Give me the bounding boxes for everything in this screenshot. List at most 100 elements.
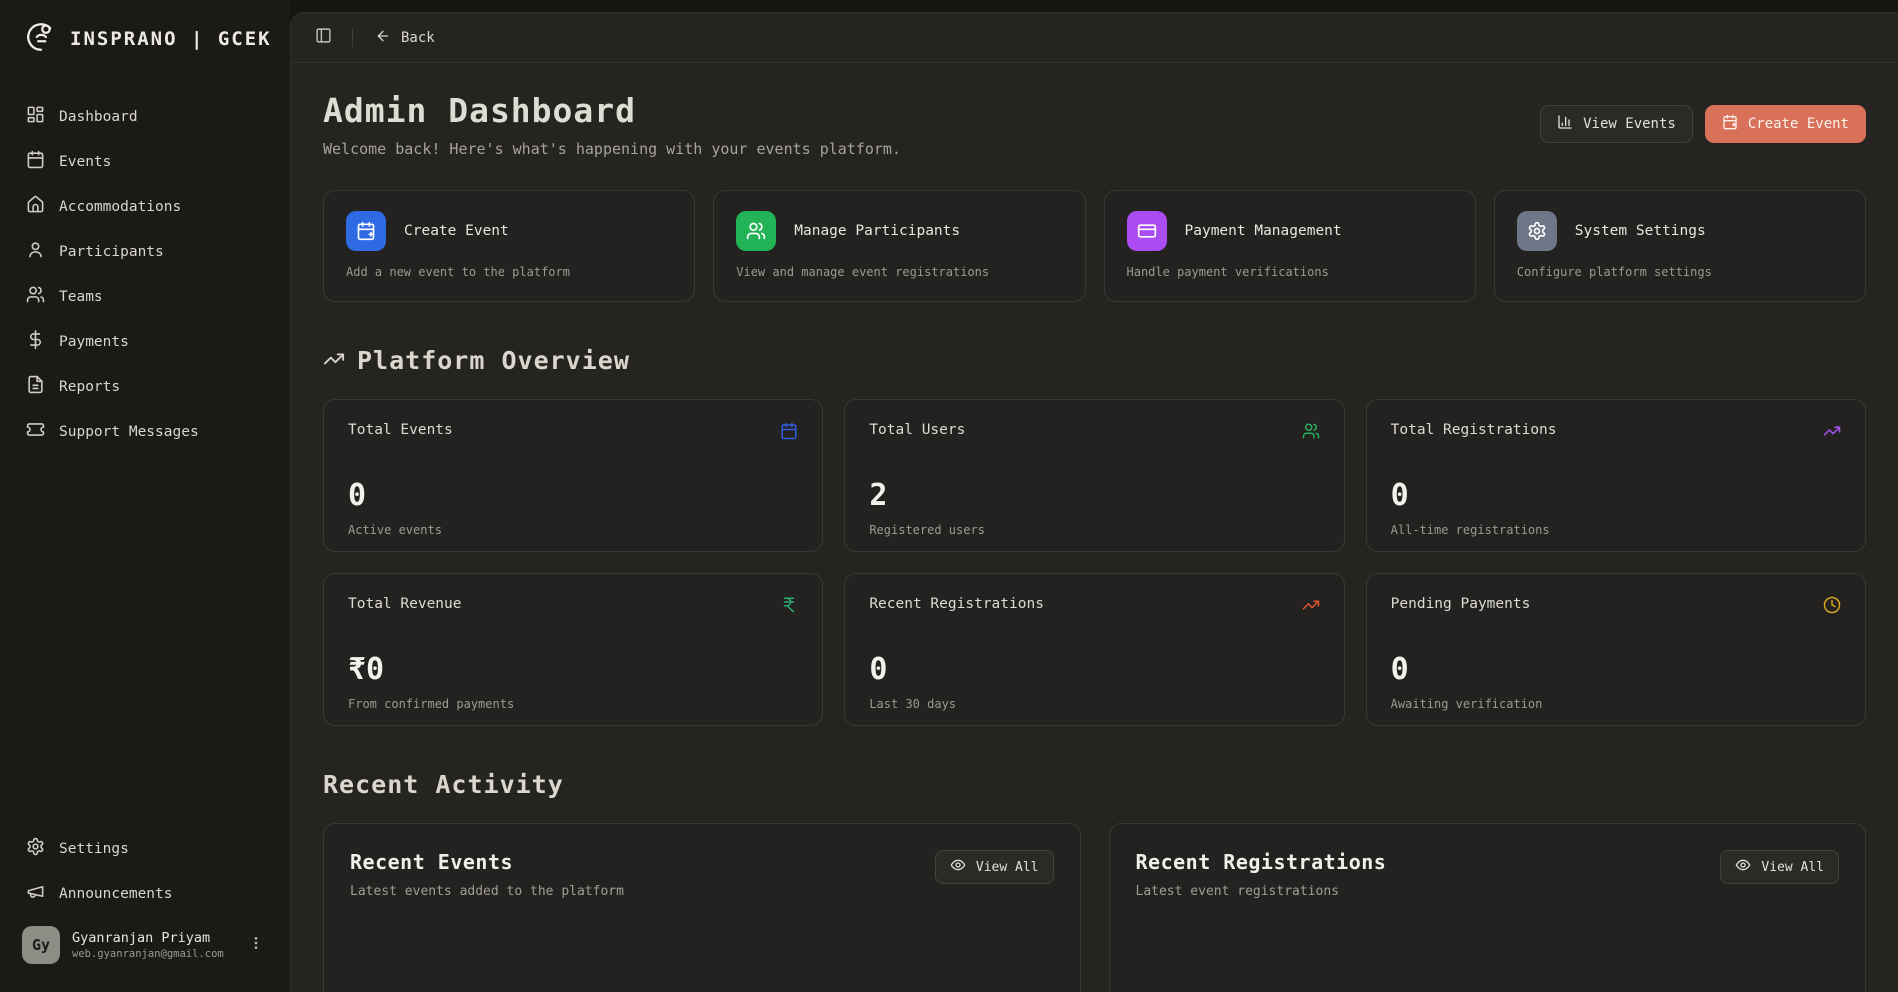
sidebar-nav: Dashboard Events Accommodations Particip… (16, 96, 274, 452)
sidebar-item-announcements[interactable]: Announcements (16, 873, 274, 914)
eye-icon (950, 857, 966, 877)
page-title: Admin Dashboard (323, 91, 901, 130)
quick-actions: Create Event Add a new event to the plat… (323, 190, 1866, 302)
bar-chart-icon (1557, 114, 1573, 134)
sidebar-item-label: Accommodations (59, 199, 181, 215)
sidebar-item-settings[interactable]: Settings (16, 828, 274, 869)
users-icon (1302, 422, 1320, 444)
stat-title: Total Events (348, 422, 453, 438)
activity-subtitle: Latest events added to the platform (350, 884, 624, 899)
stats-grid: Total Events 0 Active events Total Users… (323, 399, 1866, 726)
stat-card-recent-registrations: Recent Registrations 0 Last 30 days (844, 573, 1344, 726)
view-all-events-button[interactable]: View All (935, 850, 1054, 884)
stat-title: Total Registrations (1391, 422, 1557, 438)
quick-card-manage-participants[interactable]: Manage Participants View and manage even… (713, 190, 1085, 302)
trending-up-icon (1823, 422, 1841, 444)
quick-card-create-event[interactable]: Create Event Add a new event to the plat… (323, 190, 695, 302)
brand[interactable]: INSPRANO | GCEK (16, 14, 274, 68)
stat-card-pending-payments: Pending Payments 0 Awaiting verification (1366, 573, 1866, 726)
sidebar-item-label: Dashboard (59, 109, 138, 125)
create-event-button[interactable]: Create Event (1705, 105, 1866, 143)
stat-title: Total Users (869, 422, 965, 438)
quick-card-title: System Settings (1575, 223, 1706, 239)
main-panel: Back Admin Dashboard Welcome back! Here'… (290, 12, 1898, 992)
recent-events-card: Recent Events Latest events added to the… (323, 823, 1081, 992)
stat-value: 2 (869, 478, 1319, 513)
quick-card-system-settings[interactable]: System Settings Configure platform setti… (1494, 190, 1866, 302)
sidebar-item-payments[interactable]: Payments (16, 321, 274, 362)
sidebar-item-accommodations[interactable]: Accommodations (16, 186, 274, 227)
header-actions: View Events Create Event (1540, 105, 1866, 143)
recent-registrations-head-text: Recent Registrations Latest event regist… (1136, 850, 1387, 899)
stat-value: 0 (1391, 652, 1841, 687)
sidebar-item-label: Support Messages (59, 424, 199, 440)
stat-card-total-users: Total Users 2 Registered users (844, 399, 1344, 552)
megaphone-icon (26, 882, 45, 905)
quick-card-title: Manage Participants (794, 223, 960, 239)
user-meta: Gyanranjan Priyam web.gyanranjan@gmail.c… (72, 930, 232, 960)
view-all-registrations-button[interactable]: View All (1720, 850, 1839, 884)
sidebar-spacer (16, 452, 274, 828)
empty-state-events: No events found (350, 899, 1054, 992)
recent-events-head-text: Recent Events Latest events added to the… (350, 850, 624, 899)
sidebar-item-label: Teams (59, 289, 103, 305)
back-button[interactable]: Back (367, 22, 443, 54)
stat-card-total-revenue: Total Revenue ₹0 From confirmed payments (323, 573, 823, 726)
stat-title: Total Revenue (348, 596, 462, 612)
quick-card-description: Handle payment verifications (1127, 265, 1453, 279)
activity-title: Recent Registrations (1136, 850, 1387, 874)
more-vertical-icon[interactable] (244, 931, 268, 959)
view-events-button[interactable]: View Events (1540, 105, 1693, 143)
sidebar-item-dashboard[interactable]: Dashboard (16, 96, 274, 137)
eye-icon (1735, 857, 1751, 877)
sidebar-item-events[interactable]: Events (16, 141, 274, 182)
stat-title: Recent Registrations (869, 596, 1044, 612)
user-icon (26, 240, 45, 263)
quick-card-description: Configure platform settings (1517, 265, 1843, 279)
ticket-icon (26, 420, 45, 443)
chameleon-logo-icon (24, 20, 58, 58)
panel-left-icon (315, 27, 332, 48)
section-title: Recent Activity (323, 770, 564, 799)
sidebar-item-label: Announcements (59, 886, 173, 902)
sidebar-toggle-button[interactable] (309, 21, 338, 54)
content: Admin Dashboard Welcome back! Here's wha… (291, 63, 1898, 992)
view-events-label: View Events (1583, 116, 1676, 132)
topbar-divider (352, 29, 353, 47)
sidebar: INSPRANO | GCEK Dashboard Events Accommo… (0, 0, 290, 992)
quick-card-title: Payment Management (1185, 223, 1342, 239)
sidebar-item-support-messages[interactable]: Support Messages (16, 411, 274, 452)
brand-name: INSPRANO | GCEK (70, 28, 272, 50)
sidebar-item-label: Reports (59, 379, 120, 395)
view-all-label: View All (976, 860, 1039, 875)
trending-up-icon (1302, 596, 1320, 618)
quick-card-payment-management[interactable]: Payment Management Handle payment verifi… (1104, 190, 1476, 302)
gear-icon (1517, 211, 1557, 251)
stat-subtitle: Awaiting verification (1391, 697, 1841, 711)
activity-title: Recent Events (350, 850, 624, 874)
user-profile[interactable]: Gy Gyanranjan Priyam web.gyanranjan@gmai… (16, 918, 274, 966)
gear-icon (26, 837, 45, 860)
sidebar-item-teams[interactable]: Teams (16, 276, 274, 317)
sidebar-item-participants[interactable]: Participants (16, 231, 274, 272)
topbar: Back (291, 13, 1898, 63)
stat-subtitle: From confirmed payments (348, 697, 798, 711)
page-header: Admin Dashboard Welcome back! Here's wha… (323, 91, 1866, 158)
stat-subtitle: Last 30 days (869, 697, 1319, 711)
credit-card-icon (1127, 211, 1167, 251)
section-title: Platform Overview (357, 346, 630, 375)
stat-card-total-events: Total Events 0 Active events (323, 399, 823, 552)
user-email: web.gyanranjan@gmail.com (72, 948, 232, 960)
sidebar-item-label: Events (59, 154, 111, 170)
dashboard-grid-icon (26, 105, 45, 128)
sidebar-item-label: Payments (59, 334, 129, 350)
stat-value: 0 (1391, 478, 1841, 513)
trending-up-icon (323, 348, 345, 374)
users-icon (736, 211, 776, 251)
stat-value: 0 (348, 478, 798, 513)
activity-subtitle: Latest event registrations (1136, 884, 1387, 899)
page-header-text: Admin Dashboard Welcome back! Here's wha… (323, 91, 901, 158)
user-name: Gyanranjan Priyam (72, 930, 232, 946)
dollar-icon (26, 330, 45, 353)
sidebar-item-reports[interactable]: Reports (16, 366, 274, 407)
